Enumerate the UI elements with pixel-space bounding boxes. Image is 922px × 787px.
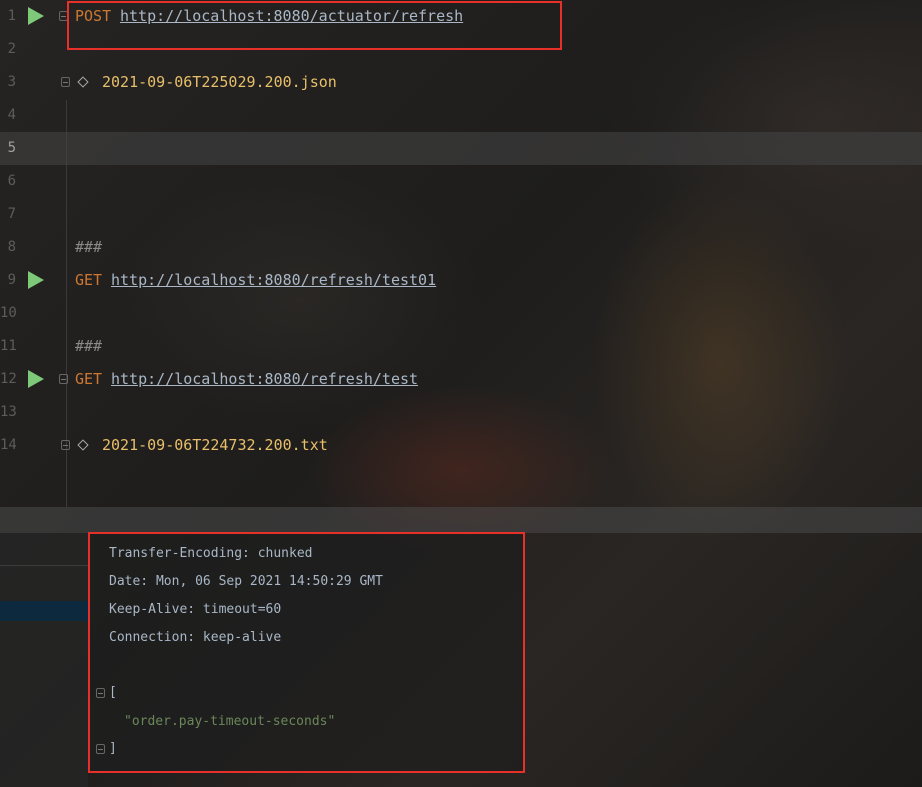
run-request-icon[interactable] (28, 7, 44, 25)
run-request-icon[interactable] (28, 370, 44, 388)
editor-line-14[interactable]: 14 2021-09-06T224732.200.txt (0, 429, 922, 462)
line-number: 10 (0, 305, 17, 321)
line-number: 9 (7, 272, 16, 288)
line-number: 5 (7, 140, 16, 156)
fold-icon[interactable] (59, 374, 68, 384)
line-number: 4 (7, 107, 16, 123)
editor-line-10[interactable]: 10 (0, 297, 922, 330)
highlight-box-response (88, 532, 525, 773)
editor-line-3[interactable]: 3 2021-09-06T225029.200.json (0, 66, 922, 99)
http-method: GET (75, 271, 103, 289)
editor-line-13[interactable]: 13 (0, 396, 922, 429)
editor-line-6[interactable]: 6 (0, 165, 922, 198)
line-number: 6 (7, 173, 16, 189)
selected-tree-item[interactable] (0, 601, 88, 621)
line-number: 13 (0, 404, 17, 420)
highlight-box-request (67, 1, 562, 50)
fold-icon[interactable] (61, 440, 70, 450)
editor-line-7[interactable]: 7 (0, 198, 922, 231)
editor-line-5-current[interactable]: 5 (0, 132, 922, 165)
response-file-link[interactable]: 2021-09-06T225029.200.json (102, 66, 337, 99)
line-number: 11 (0, 338, 17, 354)
http-method: GET (75, 370, 103, 388)
http-request-editor[interactable]: 1 POST http://localhost:8080/actuator/re… (0, 0, 922, 507)
fold-icon[interactable] (61, 77, 70, 87)
line-number: 8 (7, 239, 16, 255)
line-number: 3 (7, 74, 16, 90)
editor-line-11[interactable]: 11 ### (0, 330, 922, 363)
response-file-icon (77, 76, 89, 88)
tree-divider (0, 565, 88, 566)
line-number: 1 (7, 8, 16, 24)
editor-line-12[interactable]: 12 GET http://localhost:8080/refresh/tes… (0, 363, 922, 396)
response-file-icon (77, 439, 89, 451)
line-number: 2 (7, 41, 16, 57)
editor-line-4[interactable]: 4 (0, 99, 922, 132)
line-number: 7 (7, 206, 16, 222)
line-number: 12 (0, 371, 17, 387)
run-request-icon[interactable] (28, 271, 44, 289)
line-number: 14 (0, 437, 17, 453)
request-separator: ### (75, 337, 103, 355)
editor-line-8[interactable]: 8 ### (0, 231, 922, 264)
request-separator: ### (75, 238, 103, 256)
panel-splitter[interactable] (0, 507, 922, 533)
editor-line-9[interactable]: 9 GET http://localhost:8080/refresh/test… (0, 264, 922, 297)
request-url[interactable]: http://localhost:8080/refresh/test01 (111, 264, 436, 297)
response-file-link[interactable]: 2021-09-06T224732.200.txt (102, 429, 328, 462)
services-tree-panel[interactable] (0, 533, 88, 787)
request-url[interactable]: http://localhost:8080/refresh/test (111, 363, 418, 396)
